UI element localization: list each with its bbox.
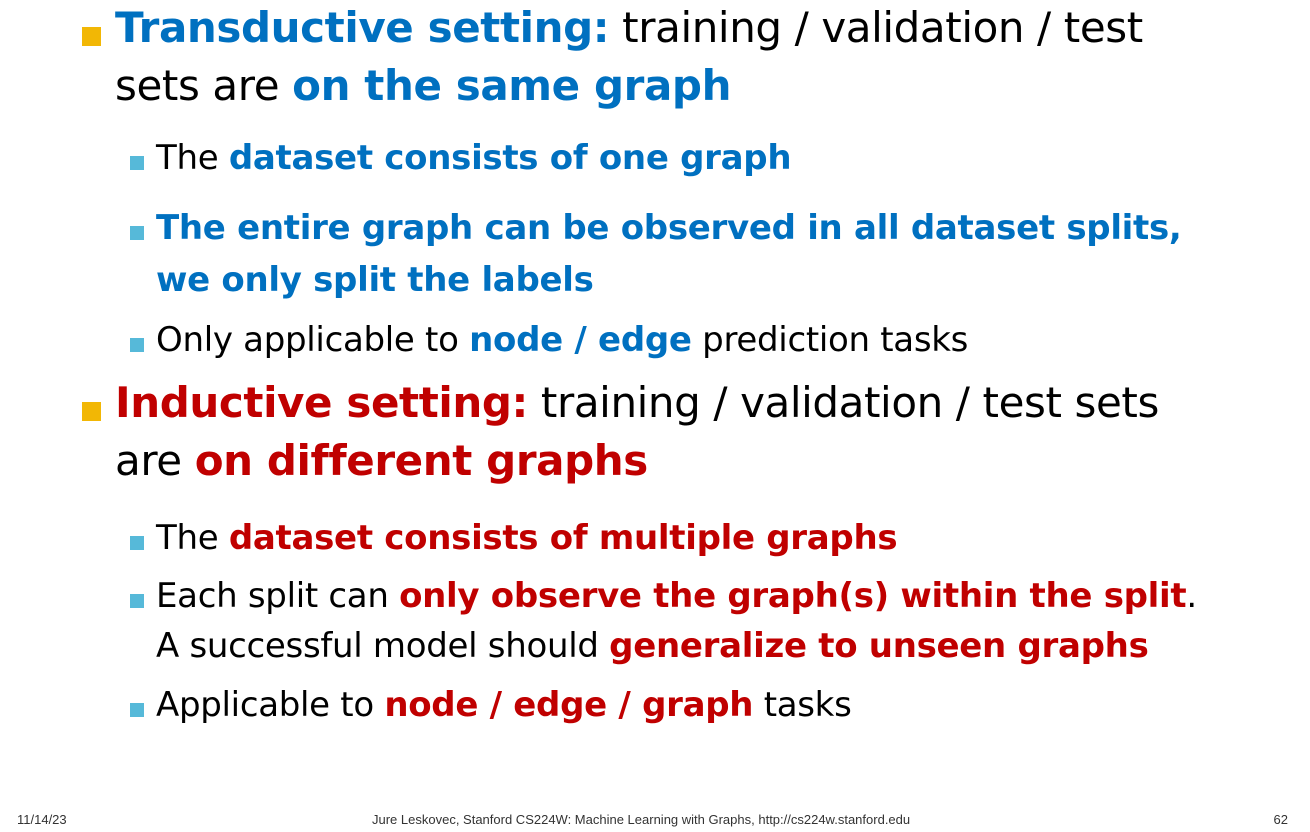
sub-bullet-square-icon bbox=[130, 156, 144, 170]
text-run: Each split can bbox=[156, 576, 400, 616]
sub-bullet-line: Each split can only observe the graph(s)… bbox=[156, 573, 1197, 619]
emphasis-text: The entire graph can be observed in all … bbox=[156, 208, 1182, 248]
text-run: sets are bbox=[115, 61, 293, 110]
text-run: A successful model should bbox=[156, 626, 610, 666]
bullet-line: Inductive setting: training / validation… bbox=[115, 375, 1159, 431]
emphasis-text: node / edge / graph bbox=[384, 685, 754, 725]
sub-bullet-line: A successful model should generalize to … bbox=[156, 623, 1149, 669]
text-run: The bbox=[156, 138, 229, 178]
sub-bullet-line: The dataset consists of multiple graphs bbox=[156, 515, 898, 561]
emphasis-text: Inductive setting: bbox=[115, 378, 528, 427]
text-run: . bbox=[1186, 576, 1197, 616]
text-run: prediction tasks bbox=[691, 320, 969, 360]
footer-date: 11/14/23 bbox=[17, 812, 67, 827]
text-run: are bbox=[115, 436, 195, 485]
emphasis-text: on the same graph bbox=[292, 61, 732, 110]
emphasis-text: generalize to unseen graphs bbox=[609, 626, 1149, 666]
text-run: The bbox=[156, 518, 229, 558]
sub-bullet-square-icon bbox=[130, 226, 144, 240]
text-run: Only applicable to bbox=[156, 320, 470, 360]
bullet-line: sets are on the same graph bbox=[115, 58, 731, 114]
text-run: Applicable to bbox=[156, 685, 385, 725]
bullet-square-icon bbox=[82, 402, 101, 421]
slide: Transductive setting: training / validat… bbox=[0, 0, 1310, 832]
emphasis-text: Transductive setting: bbox=[115, 3, 610, 52]
text-run: tasks bbox=[753, 685, 852, 725]
sub-bullet-line: Applicable to node / edge / graph tasks bbox=[156, 682, 852, 728]
sub-bullet-square-icon bbox=[130, 338, 144, 352]
emphasis-text: on different graphs bbox=[194, 436, 649, 485]
bullet-square-icon bbox=[82, 27, 101, 46]
sub-bullet-square-icon bbox=[130, 594, 144, 608]
emphasis-text: dataset consists of multiple graphs bbox=[228, 518, 898, 558]
emphasis-text: we only split the labels bbox=[156, 260, 594, 300]
sub-bullet-line: Only applicable to node / edge predictio… bbox=[156, 317, 968, 363]
bullet-line: Transductive setting: training / validat… bbox=[115, 0, 1143, 56]
sub-bullet-square-icon bbox=[130, 703, 144, 717]
sub-bullet-line: we only split the labels bbox=[156, 257, 594, 303]
text-run: training / validation / test bbox=[609, 3, 1143, 52]
sub-bullet-line: The dataset consists of one graph bbox=[156, 135, 792, 181]
footer-credit: Jure Leskovec, Stanford CS224W: Machine … bbox=[372, 812, 911, 827]
emphasis-text: node / edge bbox=[469, 320, 692, 360]
page-number: 62 bbox=[1273, 812, 1288, 827]
sub-bullet-line: The entire graph can be observed in all … bbox=[156, 205, 1182, 251]
emphasis-text: only observe the graph(s) within the spl… bbox=[399, 576, 1187, 616]
bullet-line: are on different graphs bbox=[115, 433, 648, 489]
sub-bullet-square-icon bbox=[130, 536, 144, 550]
emphasis-text: dataset consists of one graph bbox=[228, 138, 792, 178]
text-run: training / validation / test sets bbox=[527, 378, 1159, 427]
